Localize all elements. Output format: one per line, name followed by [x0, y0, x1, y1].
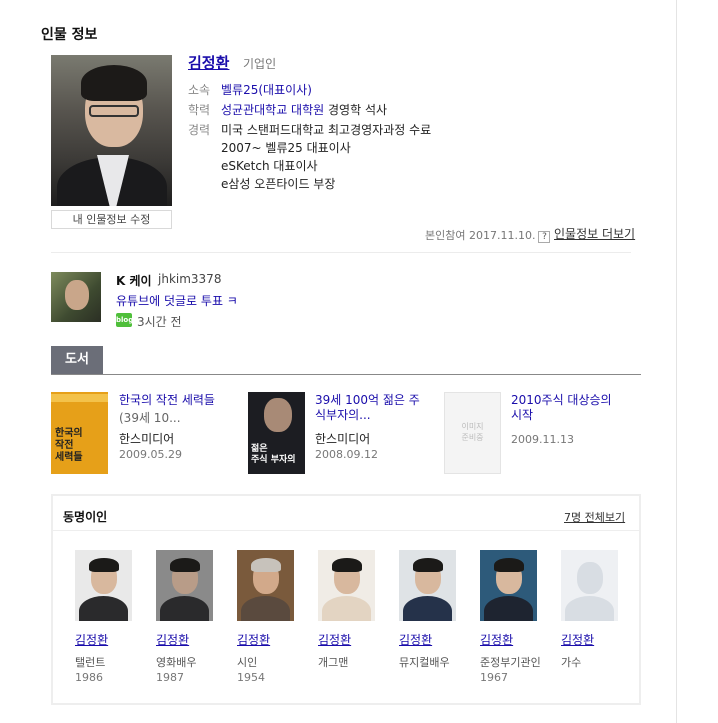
book-cover-text: 한국의 작전 세력들 [55, 428, 83, 463]
education-label: 학력 [188, 103, 211, 117]
person-name-link[interactable]: 김정환 [237, 631, 270, 648]
image-placeholder-text: 이미지 준비중 [461, 422, 484, 442]
divider [51, 252, 631, 253]
tab-books[interactable]: 도서 [51, 346, 103, 374]
self-confirm-text: 본인참여 2017.11.10.? [425, 227, 551, 243]
person-birth-year: 1967 [480, 671, 508, 684]
profile-job: 기업인 [243, 57, 277, 71]
person-placeholder-icon[interactable] [561, 550, 618, 621]
person-photo[interactable] [75, 550, 132, 621]
book-date: 2009.11.13 [511, 433, 574, 446]
person-name-link[interactable]: 김정환 [318, 631, 351, 648]
career-label: 경력 [188, 123, 211, 137]
book-title-link[interactable]: 식부자의... [315, 408, 371, 423]
book-title-link[interactable]: 한국의 작전 세력들 [119, 393, 215, 408]
person-name-link[interactable]: 김정환 [399, 631, 432, 648]
blog-id: jhkim3378 [158, 272, 222, 286]
person-photo[interactable] [318, 550, 375, 621]
book-publisher: 한스미디어 [315, 432, 371, 446]
career-item: 2007~ 벨류25 대표이사 [221, 141, 351, 155]
person-name-link[interactable]: 김정환 [75, 631, 108, 648]
person-job: 시인 [237, 656, 258, 669]
same-name-divider [53, 530, 639, 531]
affiliation-row: 소속 벨류25(대표이사) [188, 81, 312, 98]
book-cover[interactable]: 한국의 작전 세력들 [51, 392, 108, 474]
person-birth-year: 1986 [75, 671, 103, 684]
person-photo[interactable] [237, 550, 294, 621]
person-photo[interactable] [156, 550, 213, 621]
education-degree: 경영학 석사 [328, 103, 388, 117]
blog-post-link[interactable]: 유튜브에 덧글로 투표 ㅋ [116, 292, 238, 309]
person-job: 개그맨 [318, 656, 349, 669]
career-item: 미국 스탠퍼드대학교 최고경영자과정 수료 [221, 123, 432, 137]
person-job: 영화배우 [156, 656, 197, 669]
help-icon[interactable]: ? [538, 231, 551, 243]
book-date: 2009.05.29 [119, 448, 182, 461]
book-cover-placeholder[interactable]: 이미지 준비중 [444, 392, 501, 474]
blog-time: 3시간 전 [137, 315, 182, 329]
career-item: eSKetch 대표이사 [221, 159, 318, 173]
affiliation-link[interactable]: 벨류25(대표이사) [221, 83, 312, 97]
book-title-link[interactable]: 39세 100억 젊은 주 [315, 393, 420, 408]
same-name-title: 동명이인 [63, 510, 108, 524]
person-photo[interactable] [399, 550, 456, 621]
person-photo[interactable] [480, 550, 537, 621]
person-job: 뮤지컬배우 [399, 656, 450, 669]
section-title: 인물 정보 [41, 27, 98, 43]
profile-name-link[interactable]: 김정환 [188, 52, 229, 73]
person-birth-year: 1954 [237, 671, 265, 684]
book-date: 2008.09.12 [315, 448, 378, 461]
affiliation-label: 소속 [188, 83, 211, 97]
profile-photo[interactable] [51, 55, 172, 206]
books-divider [51, 374, 641, 375]
career-item: e삼성 오픈타이드 부장 [221, 177, 336, 191]
right-border [676, 0, 677, 723]
blog-thumbnail[interactable] [51, 272, 101, 322]
book-title-link[interactable]: 시작 [511, 408, 533, 423]
education-school-link[interactable]: 성균관대학교 대학원 [221, 103, 324, 117]
person-name-link[interactable]: 김정환 [480, 631, 513, 648]
person-job: 가수 [561, 656, 582, 669]
book-cover-text: 젊은 주식 부자의 [251, 444, 296, 465]
more-profile-link[interactable]: 인물정보 더보기 [554, 225, 635, 242]
person-name-link[interactable]: 김정환 [561, 631, 594, 648]
edit-profile-button[interactable]: 내 인물정보 수정 [51, 210, 172, 229]
blog-icon: blog [116, 313, 133, 327]
career-row: 경력 미국 스탠퍼드대학교 최고경영자과정 수료 [188, 121, 431, 138]
person-name-link[interactable]: 김정환 [156, 631, 189, 648]
person-job: 탤런트 [75, 656, 106, 669]
education-row: 학력 성균관대학교 대학원 경영학 석사 [188, 101, 387, 118]
book-publisher: 한스미디어 [119, 432, 175, 446]
person-job: 준정부기관인 [480, 656, 541, 669]
person-birth-year: 1987 [156, 671, 184, 684]
book-subtitle: (39세 10... [119, 411, 181, 425]
book-title-link[interactable]: 2010주식 대상승의 [511, 393, 612, 408]
book-cover[interactable]: 젊은 주식 부자의 [248, 392, 305, 474]
view-all-link[interactable]: 7명 전체보기 [564, 509, 625, 525]
blog-author[interactable]: K 케이 [116, 272, 152, 289]
